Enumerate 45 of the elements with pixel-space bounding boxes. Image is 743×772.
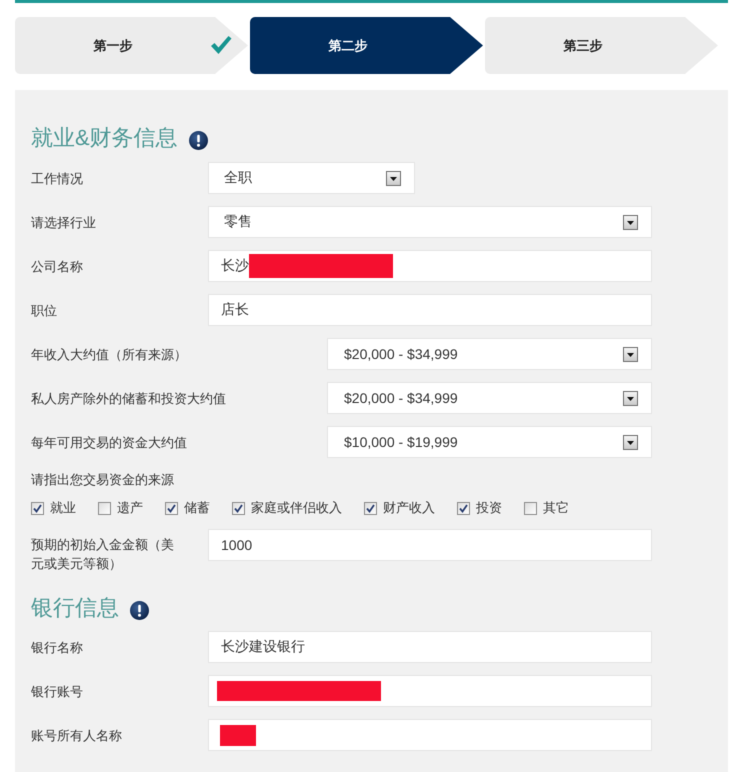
checkbox-label: 投资 [476, 499, 502, 517]
section-title: 银行信息 [31, 594, 119, 622]
text-field[interactable]: 长沙 [208, 250, 652, 282]
dropdown-field[interactable]: $20,000 - $34,999 [327, 338, 652, 370]
checkbox[interactable] [232, 502, 245, 514]
dropdown-field[interactable]: 全职 [208, 162, 415, 194]
field-label: 工作情况 [31, 170, 84, 188]
field-label: 请选择行业 [31, 214, 97, 232]
checkbox-label: 储蓄 [184, 499, 210, 517]
dropdown-field[interactable]: $20,000 - $34,999 [327, 382, 652, 414]
field-label: 公司名称 [31, 258, 84, 276]
dropdown-field[interactable]: 零售 [208, 206, 652, 238]
checkbox[interactable] [165, 502, 178, 514]
field-label: 每年可用交易的资金大约值 [31, 434, 188, 452]
checkbox-label: 财产收入 [383, 499, 435, 517]
text-field[interactable]: 长沙建设银行 [208, 631, 652, 663]
text-field[interactable]: 店长 [208, 294, 652, 326]
field-label: 银行名称 [31, 638, 84, 656]
field-label: 私人房产除外的储蓄和投资大约值 [31, 390, 227, 408]
checkbox-label: 就业 [50, 499, 76, 517]
section-title: 就业&财务信息 [31, 124, 178, 152]
checkbox[interactable] [98, 502, 111, 514]
text-field[interactable]: 1000 [208, 529, 652, 561]
info-icon[interactable] [188, 131, 208, 150]
checkbox[interactable] [31, 502, 44, 514]
redaction-block [220, 724, 256, 746]
checkbox[interactable] [364, 502, 377, 514]
step-tab[interactable]: 第三步 [485, 17, 718, 74]
field-label: 银行账号 [31, 682, 84, 700]
field-label: 请指出您交易资金的来源 [31, 471, 175, 489]
step-tab[interactable]: 第一步 [15, 17, 248, 74]
field-label: 账号所有人名称 [31, 726, 123, 744]
checkbox-label: 其它 [543, 499, 569, 517]
text-field[interactable] [208, 719, 652, 751]
text-field[interactable] [208, 675, 652, 707]
info-icon[interactable] [130, 601, 149, 620]
field-label: 年收入大约值（所有来源） [31, 346, 188, 364]
field-label: 职位 [31, 302, 58, 320]
step-tab[interactable]: 第二步 [250, 17, 483, 74]
checkbox-label: 家庭或伴侣收入 [251, 499, 342, 517]
checkbox[interactable] [457, 502, 470, 514]
checkbox-label: 遗产 [117, 499, 143, 517]
checkbox[interactable] [524, 502, 537, 514]
field-label: 预期的初始入金金额（美元或美元等额） [31, 536, 175, 573]
dropdown-field[interactable]: $10,000 - $19,999 [327, 426, 652, 458]
